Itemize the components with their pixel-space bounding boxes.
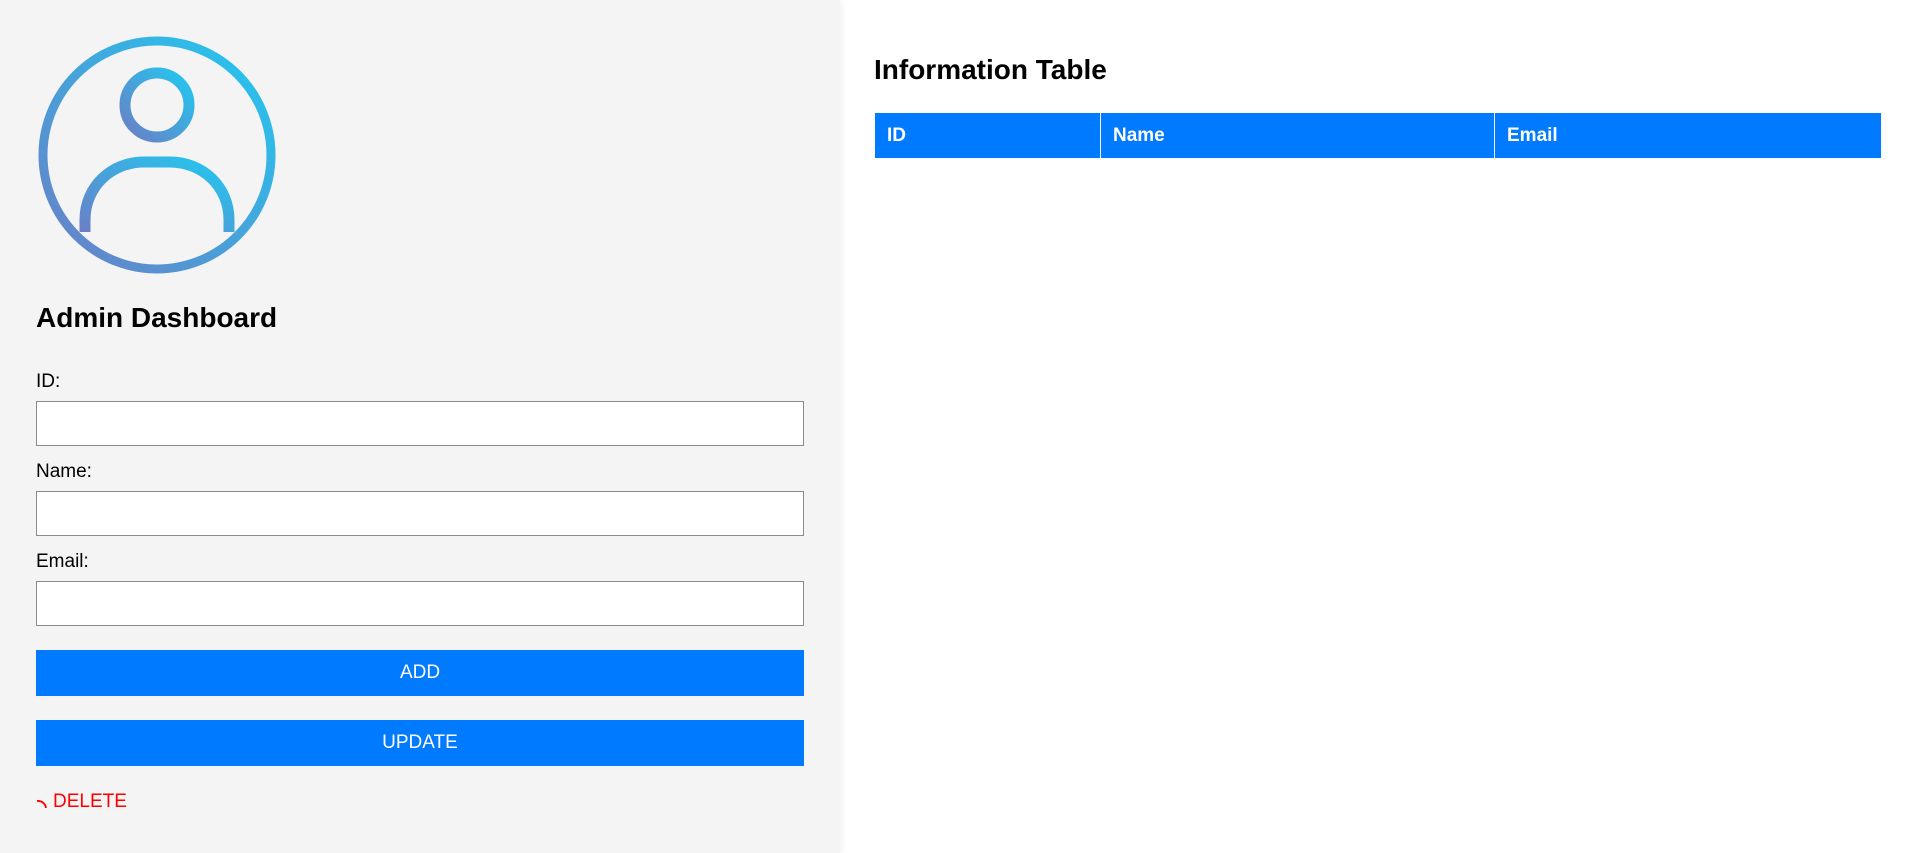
column-header-email[interactable]: Email bbox=[1494, 112, 1882, 159]
delete-button[interactable]: DELETE bbox=[36, 791, 127, 813]
add-button[interactable]: ADD bbox=[36, 650, 804, 696]
page-title: Admin Dashboard bbox=[36, 302, 278, 333]
spinner-arc-icon bbox=[36, 800, 47, 809]
id-label: ID: bbox=[36, 371, 61, 392]
update-button[interactable]: UPDATE bbox=[36, 720, 804, 766]
name-label: Name: bbox=[36, 461, 92, 482]
email-label: Email: bbox=[36, 551, 89, 572]
information-table: ID Name Email bbox=[874, 112, 1882, 159]
user-circle-icon bbox=[38, 36, 276, 274]
record-form: ID: Name: Email: ADD UPDATE DELETE bbox=[36, 372, 804, 813]
email-field[interactable] bbox=[36, 581, 804, 626]
main-content: Information Table ID Name Email bbox=[840, 0, 1920, 853]
table-title: Information Table bbox=[874, 54, 1107, 85]
column-header-id[interactable]: ID bbox=[874, 112, 1101, 159]
sidebar: Admin Dashboard ID: Name: Email: ADD UPD… bbox=[0, 0, 840, 853]
app-root: Admin Dashboard ID: Name: Email: ADD UPD… bbox=[0, 0, 1920, 853]
id-field[interactable] bbox=[36, 401, 804, 446]
name-field[interactable] bbox=[36, 491, 804, 536]
table-header-row: ID Name Email bbox=[874, 112, 1882, 159]
delete-label: DELETE bbox=[53, 791, 127, 812]
column-header-name[interactable]: Name bbox=[1100, 112, 1495, 159]
